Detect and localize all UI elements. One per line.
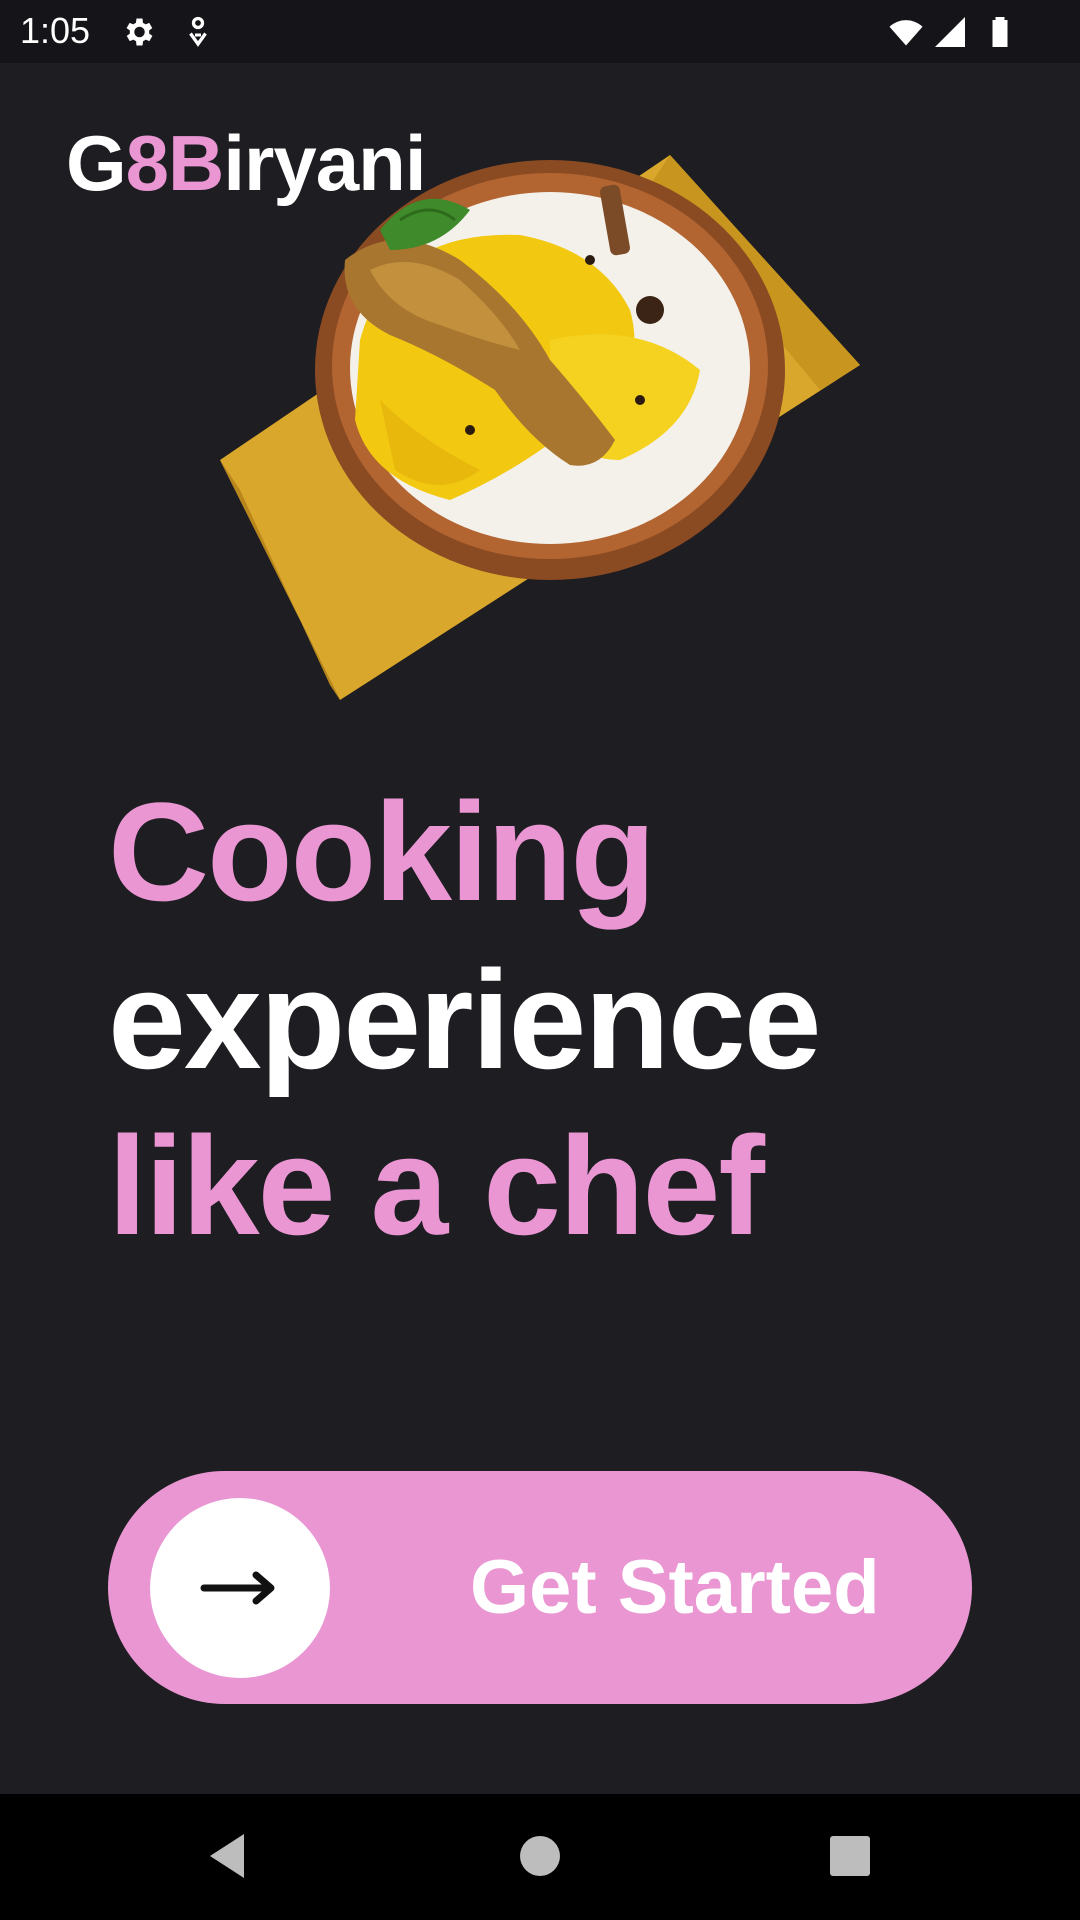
headline-line-2: experience xyxy=(108,941,822,1098)
wifi-icon xyxy=(889,20,923,46)
back-icon[interactable] xyxy=(196,1826,256,1886)
app-title-part-2: 8B xyxy=(125,119,225,207)
get-started-button[interactable]: Get Started xyxy=(108,1471,972,1704)
gear-icon xyxy=(126,18,153,46)
battery-icon xyxy=(992,17,1008,47)
navigation-bar xyxy=(0,1794,1080,1920)
app-title-part-1: G xyxy=(66,119,127,207)
headline-line-3: like a chef xyxy=(108,1107,765,1264)
home-icon[interactable] xyxy=(510,1826,570,1886)
status-time: 1:05 xyxy=(20,10,91,51)
arrow-button[interactable] xyxy=(150,1498,330,1678)
location-icon xyxy=(189,16,207,47)
recents-icon[interactable] xyxy=(820,1826,880,1886)
get-started-label: Get Started xyxy=(470,1545,880,1630)
arrow-right-icon xyxy=(200,1571,275,1605)
headline-line-1: Cooking xyxy=(108,773,656,930)
biryani-bowl-image xyxy=(220,155,860,700)
signal-icon xyxy=(935,17,965,47)
status-bar: 1:05 xyxy=(0,0,1080,63)
